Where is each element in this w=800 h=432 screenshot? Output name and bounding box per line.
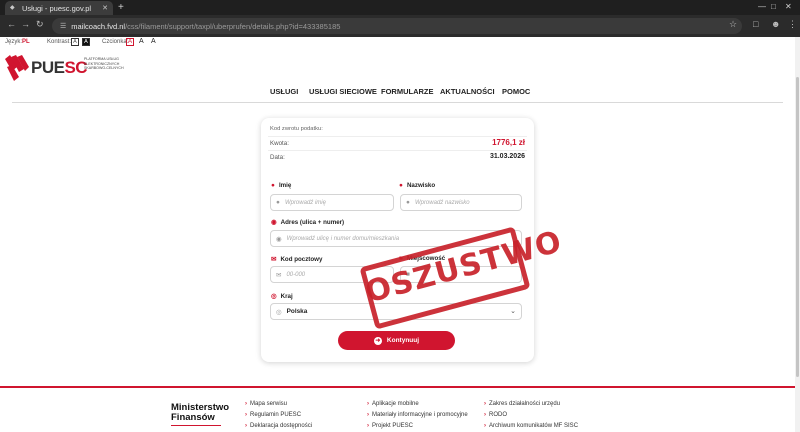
tab-title: Usługi - puesc.gov.pl xyxy=(22,3,92,13)
font-normal-button[interactable]: A xyxy=(126,38,134,46)
url-host: mailcoach.fvd.nl xyxy=(71,21,126,31)
first-name-input[interactable]: ● Wprowadź imię xyxy=(270,194,394,211)
close-window-icon[interactable]: ✕ xyxy=(785,2,792,11)
forward-icon[interactable]: → xyxy=(21,19,30,29)
back-icon[interactable]: ← xyxy=(7,19,16,29)
user-field-icon: ● xyxy=(406,199,410,206)
amount-row: Kwota: 1776,1 zł xyxy=(268,136,527,149)
font-largest-button[interactable]: A xyxy=(151,38,156,46)
maximize-icon[interactable]: □ xyxy=(771,2,776,11)
minimize-icon[interactable]: — xyxy=(758,2,766,11)
users-icon: ● xyxy=(399,182,403,189)
browser-tab-bar: ◆ Usługi - puesc.gov.pl ✕ + — □ ✕ xyxy=(0,0,800,15)
mailbox-field-icon: ✉ xyxy=(276,271,282,279)
menu-icon[interactable]: ⋮ xyxy=(788,19,797,30)
postal-code-label: ✉ Kod pocztowy xyxy=(271,255,323,264)
country-value: Polska xyxy=(286,308,308,315)
ministry-underline xyxy=(171,425,221,426)
last-name-input[interactable]: ● Wprowadź nazwisko xyxy=(400,194,522,211)
nav-item-formularze[interactable]: FORMULARZE xyxy=(381,87,434,96)
downloads-icon[interactable]: □ xyxy=(753,19,758,29)
browser-tab[interactable]: ◆ Usługi - puesc.gov.pl ✕ xyxy=(5,1,113,15)
scrollbar-thumb[interactable] xyxy=(796,77,799,377)
logo-subtitle: PLATFORMA USŁUG ELEKTRONICZNYCH SKARBOWO… xyxy=(84,57,124,70)
footer-link[interactable]: › Archiwum komunikatów MF SISC xyxy=(484,423,578,429)
footer-link[interactable]: › Aplikacje mobilne xyxy=(367,401,419,407)
url-path: /css/filament/support/taxpl/uberprufen/d… xyxy=(125,21,341,31)
nav-item-aktualnosci[interactable]: AKTUALNOŚCI xyxy=(440,87,495,96)
nav-item-pomoc[interactable]: POMOC xyxy=(502,87,530,96)
address-label: ◉ Adres (ulica + numer) xyxy=(271,218,345,227)
nav-item-uslugi[interactable]: USŁUGI xyxy=(270,87,298,96)
user-icon: ● xyxy=(271,182,275,189)
nav-item-uslugi-sieciowe[interactable]: USŁUGI SIECIOWE xyxy=(309,87,377,96)
browser-nav-bar: ← → ↻ ☰ mailcoach.fvd.nl/css/filament/su… xyxy=(0,15,800,37)
accessibility-bar: Język: PL Kontrast: A A Czcionka: A A A xyxy=(0,37,795,47)
footer-link[interactable]: › Materiały informacyjne i promocyjne xyxy=(367,412,468,418)
contrast-label: Kontrast: xyxy=(47,39,72,45)
nav-divider xyxy=(12,102,783,103)
font-size-label: Czcionka: xyxy=(102,39,129,45)
favicon-icon: ◆ xyxy=(10,5,15,11)
location-field-icon: ◉ xyxy=(276,235,282,243)
summary-title: Kod zwrotu podatku: xyxy=(270,126,323,132)
contrast-high-button[interactable]: A xyxy=(82,38,90,46)
first-name-label: ● Imię xyxy=(271,182,292,189)
footer-link[interactable]: › RODO xyxy=(484,412,507,418)
reload-icon[interactable]: ↻ xyxy=(36,19,44,30)
logo-wordmark: PUESC xyxy=(31,58,88,77)
date-value: 31.03.2026 xyxy=(489,153,525,160)
mailbox-icon: ✉ xyxy=(271,256,277,263)
user-field-icon: ● xyxy=(276,199,280,206)
footer-link[interactable]: › Regulamin PUESC xyxy=(245,412,301,418)
last-name-label: ● Nazwisko xyxy=(399,182,436,189)
contrast-normal-button[interactable]: A xyxy=(71,38,79,46)
footer-link[interactable]: › Mapa serwisu xyxy=(245,401,287,407)
continue-button[interactable]: ➜ Kontynuuj xyxy=(338,331,455,350)
new-tab-icon[interactable]: + xyxy=(118,2,124,13)
continue-button-label: Kontynuuj xyxy=(386,337,420,344)
logo-stripes-icon xyxy=(5,55,29,81)
language-label: Język: xyxy=(5,39,23,45)
footer-link[interactable]: › Projekt PUESC xyxy=(367,423,413,429)
date-label: Data: xyxy=(270,154,285,161)
page-scrollbar[interactable] xyxy=(795,37,800,432)
ministry-logo[interactable]: Ministerstwo Finansów xyxy=(171,403,229,423)
address-bar[interactable]: ☰ mailcoach.fvd.nl/css/filament/support/… xyxy=(52,18,742,34)
profile-icon[interactable]: ☻ xyxy=(771,19,780,29)
language-selector[interactable]: PL xyxy=(22,39,30,45)
close-tab-icon[interactable]: ✕ xyxy=(102,4,108,12)
footer-link[interactable]: › Deklaracja dostępności xyxy=(245,423,312,429)
footer-link[interactable]: › Zakres działalności urzędu xyxy=(484,401,560,407)
location-pin-icon: ◉ xyxy=(271,219,277,226)
refund-summary: Kod zwrotu podatku: Kwota: 1776,1 zł Dat… xyxy=(268,125,527,175)
arrow-right-circle-icon: ➜ xyxy=(373,336,382,345)
puesc-logo[interactable]: PUESC PLATFORMA USŁUG ELEKTRONICZNYCH SK… xyxy=(5,55,135,81)
site-info-icon[interactable]: ☰ xyxy=(60,22,66,30)
bookmark-star-icon[interactable]: ☆ xyxy=(729,19,737,30)
chevron-down-icon: ⌄ xyxy=(510,308,516,315)
date-row: Data: 31.03.2026 xyxy=(268,150,527,163)
amount-label: Kwota: xyxy=(270,140,289,147)
font-larger-button[interactable]: A xyxy=(139,38,144,46)
country-label: ◎ Kraj xyxy=(271,292,293,301)
globe-icon: ◎ xyxy=(271,293,277,300)
footer-accent-line xyxy=(0,386,795,388)
amount-value: 1776,1 zł xyxy=(492,138,525,147)
globe-field-icon: ◎ xyxy=(276,308,282,316)
